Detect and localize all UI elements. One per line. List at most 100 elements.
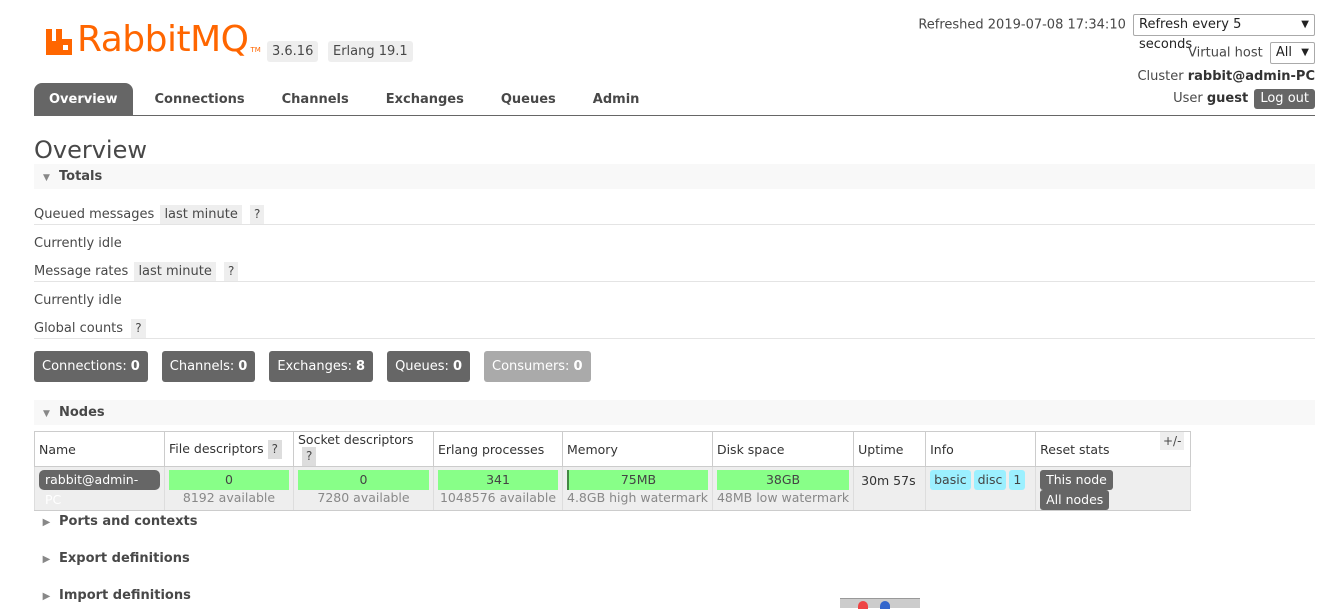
column-label: Reset stats <box>1040 441 1110 457</box>
reset-stats-cell: This nodeAll nodes <box>1035 466 1192 511</box>
socket-descriptors-bar: 0 <box>298 470 429 490</box>
chevron-down-icon: ▼ <box>1301 19 1309 30</box>
tab-connections[interactable]: Connections <box>140 83 260 116</box>
ports-and-contexts-section[interactable]: ▶ Ports and contexts <box>34 514 198 529</box>
queues-count-button[interactable]: Queues: 0 <box>387 351 470 382</box>
import-definitions-section[interactable]: ▶ Import definitions <box>34 588 191 603</box>
column-header-memory: Memory <box>562 431 713 467</box>
chevron-down-icon: ▼ <box>1301 47 1309 58</box>
queued-messages-state: Currently idle <box>34 236 122 251</box>
help-icon[interactable]: ? <box>250 205 265 224</box>
uptime-cell: 30m 57s <box>853 466 927 511</box>
section-title: Ports and contexts <box>59 514 198 529</box>
info-tag-count: 1 <box>1009 470 1026 490</box>
column-label: Socket descriptors <box>298 432 414 447</box>
socket-descriptors-available: 7280 available <box>317 490 410 505</box>
file-descriptors-available: 8192 available <box>182 490 276 505</box>
channels-count-button[interactable]: Channels: 0 <box>161 351 256 382</box>
divider <box>34 224 1315 225</box>
uptime-value: 30m 57s <box>861 473 916 488</box>
disk-space-watermark: 48MB low watermark <box>716 490 850 505</box>
triangle-down-icon: ▼ <box>43 173 50 183</box>
message-rates-row: Message rates last minute ? <box>34 262 239 281</box>
export-definitions-section[interactable]: ▶ Export definitions <box>34 551 190 566</box>
erlang-processes-bar: 341 <box>438 470 558 490</box>
column-label: Info <box>930 441 954 457</box>
help-icon[interactable]: ? <box>224 262 239 281</box>
nodes-table: Name File descriptors? Socket descriptor… <box>34 431 1192 511</box>
column-header-disk-space: Disk space <box>711 431 855 467</box>
erlang-processes-cell: 341 1048576 available <box>433 466 563 511</box>
column-label: Memory <box>567 441 618 457</box>
global-counts-row: Global counts ? <box>34 319 146 338</box>
count-label: Consumers: <box>492 359 570 374</box>
connections-count-button[interactable]: Connections: 0 <box>34 351 148 382</box>
help-icon[interactable]: ? <box>267 439 283 459</box>
tab-channels[interactable]: Channels <box>267 83 364 116</box>
count-label: Exchanges: <box>277 359 353 374</box>
help-icon[interactable]: ? <box>302 447 317 466</box>
queued-messages-label: Queued messages <box>34 207 155 222</box>
tab-queues[interactable]: Queues <box>486 83 571 116</box>
triangle-right-icon: ▶ <box>42 554 51 565</box>
logo-text: RabbitMQ <box>77 19 249 60</box>
disk-space-bar: 38GB <box>716 470 850 490</box>
count-label: Channels: <box>169 359 235 374</box>
global-counts-label: Global counts <box>34 321 124 336</box>
erlang-version-badge: Erlang 19.1 <box>328 41 413 62</box>
logo-trademark: TM <box>250 46 261 54</box>
column-label: File descriptors <box>169 440 264 456</box>
count-value: 0 <box>452 359 462 374</box>
triangle-down-icon: ▼ <box>43 409 50 419</box>
tab-admin[interactable]: Admin <box>578 83 655 116</box>
column-label: Erlang processes <box>438 441 545 457</box>
nodes-title: Nodes <box>59 405 105 420</box>
refreshed-timestamp: Refreshed 2019-07-08 17:34:10 <box>918 17 1126 33</box>
vhost-row: Virtual host All ▼ <box>1188 42 1315 64</box>
count-value: 0 <box>238 359 248 374</box>
consumers-count-button[interactable]: Consumers: 0 <box>484 351 591 382</box>
logout-button[interactable]: Log out <box>1254 89 1315 109</box>
info-cell: basic disc 1 <box>925 466 1037 511</box>
file-descriptors-bar: 0 <box>169 470 289 490</box>
message-rates-state: Currently idle <box>34 293 122 308</box>
triangle-right-icon: ▶ <box>42 517 51 528</box>
toggle-columns-button[interactable]: +/- <box>1160 432 1185 450</box>
column-label: Name <box>39 441 76 457</box>
rabbitmq-logo[interactable]: RabbitMQ TM <box>44 20 261 60</box>
table-row: rabbit@admin-PC 0 8192 available 0 7280 … <box>34 466 1192 511</box>
totals-section-header[interactable]: ▼ Totals <box>34 164 1315 189</box>
taskbar-fragment <box>840 598 920 609</box>
file-descriptors-cell: 0 8192 available <box>164 466 294 511</box>
triangle-right-icon: ▶ <box>42 591 51 602</box>
help-icon[interactable]: ? <box>131 319 146 338</box>
nodes-section-header[interactable]: ▼ Nodes <box>34 400 1315 425</box>
message-rates-range[interactable]: last minute <box>134 262 216 281</box>
reset-this-node-button[interactable]: This node <box>1040 470 1113 490</box>
section-title: Import definitions <box>59 588 191 603</box>
tab-exchanges[interactable]: Exchanges <box>371 83 479 116</box>
refresh-interval-select[interactable]: Refresh every 5 seconds ▼ <box>1133 14 1315 52</box>
count-value: 0 <box>573 359 583 374</box>
reset-all-nodes-button[interactable]: All nodes <box>1040 490 1110 510</box>
queued-messages-range[interactable]: last minute <box>160 205 242 224</box>
tab-overview[interactable]: Overview <box>34 83 133 116</box>
page-title: Overview <box>34 136 147 164</box>
exchanges-count-button[interactable]: Exchanges: 8 <box>269 351 374 382</box>
cluster-name: rabbit@admin-PC <box>1187 69 1315 84</box>
info-tag-disc: disc <box>973 470 1007 490</box>
user-name: guest <box>1206 91 1249 106</box>
global-counts: Connections: 0 Channels: 0 Exchanges: 8 Que… <box>34 351 605 382</box>
cluster-label: Cluster <box>1137 69 1184 84</box>
totals-title: Totals <box>59 169 103 184</box>
erlang-processes-available: 1048576 available <box>439 490 557 505</box>
memory-watermark: 4.8GB high watermark <box>567 490 708 505</box>
node-name-link[interactable]: rabbit@admin-PC <box>39 470 160 507</box>
divider <box>34 338 1315 339</box>
socket-descriptors-cell: 0 7280 available <box>293 466 434 511</box>
column-header-info: Info <box>925 431 1037 467</box>
queued-messages-row: Queued messages last minute ? <box>34 205 265 224</box>
vhost-select[interactable]: All ▼ <box>1269 42 1315 64</box>
count-label: Queues: <box>395 359 449 374</box>
count-value: 8 <box>356 359 366 374</box>
